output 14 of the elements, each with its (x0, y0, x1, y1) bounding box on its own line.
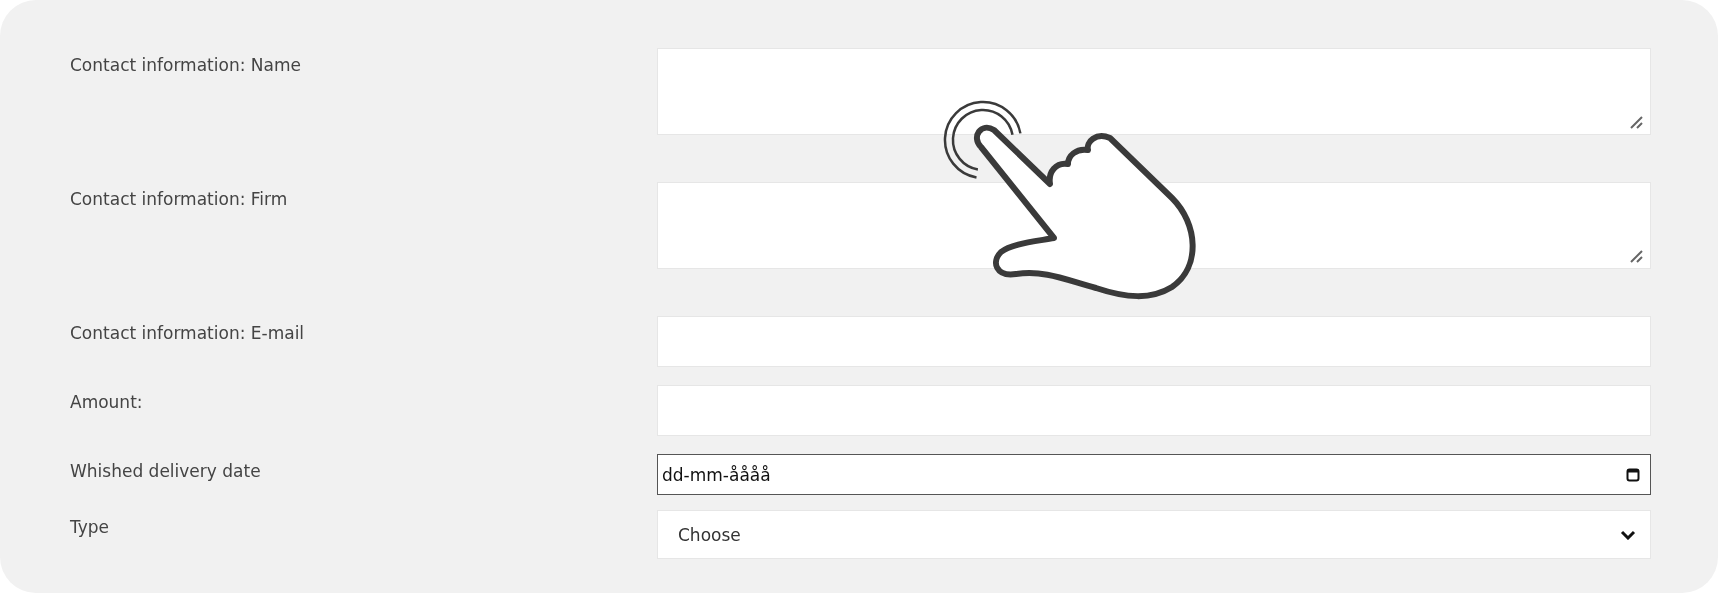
input-field[interactable] (657, 385, 1651, 436)
field-label: Contact information: E-mail (70, 322, 306, 343)
input-field[interactable] (657, 316, 1651, 367)
field-label: Whished delivery date (70, 460, 262, 481)
field-label: Contact information: Name (70, 54, 302, 75)
field-label: Amount: (70, 391, 144, 412)
type-dropdown[interactable]: Choose (657, 510, 1651, 559)
field-label: Type (70, 516, 111, 537)
field-label: Contact information: Firm (70, 188, 289, 209)
calendar-icon[interactable] (1626, 467, 1640, 482)
resize-grip-icon[interactable] (1630, 249, 1644, 263)
chevron-down-icon (1620, 529, 1636, 540)
date-field[interactable]: dd-mm-åååå (657, 454, 1651, 495)
resize-grip-icon[interactable] (1630, 115, 1644, 129)
